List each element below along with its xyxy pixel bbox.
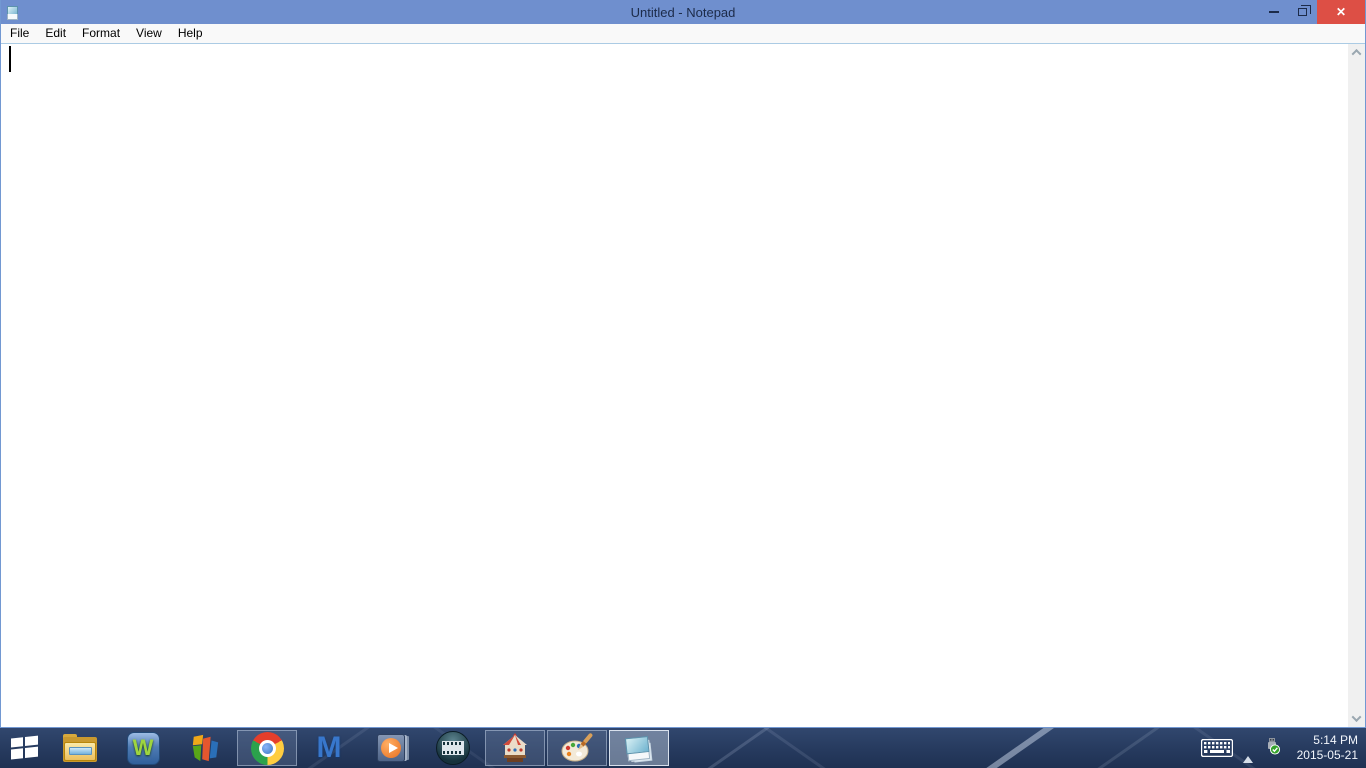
- close-icon: ✕: [1335, 5, 1347, 19]
- show-hidden-icons-button[interactable]: [1242, 739, 1253, 763]
- paint-icon: [561, 733, 593, 762]
- text-editor-area[interactable]: [1, 44, 1348, 727]
- wallpaper-streak: [747, 728, 856, 768]
- chevron-up-icon: [1242, 739, 1253, 763]
- malwarebytes-icon: M: [316, 731, 342, 764]
- minimize-button[interactable]: [1259, 0, 1288, 24]
- system-tray: 5:14 PM 2015-05-21: [1200, 728, 1366, 768]
- usb-safely-remove-icon: [1267, 737, 1280, 755]
- usb-safely-remove-button[interactable]: [1263, 737, 1281, 760]
- window-content: [1, 43, 1365, 727]
- taskbar-item-malwarebytes[interactable]: M: [298, 728, 360, 768]
- wallpaper-streak: [1067, 728, 1176, 768]
- notepad-icon-pages: [7, 14, 18, 20]
- titlebar[interactable]: Untitled - Notepad ✕: [1, 0, 1365, 24]
- menu-edit[interactable]: Edit: [37, 24, 74, 43]
- taskbar-item-file-explorer[interactable]: [50, 728, 112, 768]
- touch-keyboard-icon: [1200, 739, 1233, 757]
- scroll-up-button[interactable]: [1348, 44, 1365, 61]
- start-button[interactable]: [0, 728, 50, 768]
- taskbar-item-film-player[interactable]: [422, 728, 484, 768]
- chevron-down-icon: [1351, 712, 1362, 723]
- media-player-icon: [377, 734, 405, 762]
- restore-icon: [1298, 5, 1311, 16]
- tray-time: 5:14 PM: [1313, 733, 1358, 747]
- wallpaper-streak: [677, 728, 786, 768]
- w-app-icon: W: [126, 731, 160, 765]
- tray-clock[interactable]: 5:14 PM 2015-05-21: [1291, 733, 1358, 763]
- menu-file[interactable]: File: [2, 24, 37, 43]
- taskbar-item-media-player[interactable]: [360, 728, 422, 768]
- menu-format[interactable]: Format: [74, 24, 128, 43]
- menu-help[interactable]: Help: [170, 24, 211, 43]
- notepad-window: Untitled - Notepad ✕ File Edit Format Vi…: [0, 0, 1366, 728]
- film-player-icon: [436, 731, 470, 765]
- taskbar: W M 5:14 PM 2015-05-21: [0, 728, 1366, 768]
- taskbar-item-notepad[interactable]: [609, 730, 669, 766]
- close-button[interactable]: ✕: [1317, 0, 1365, 24]
- avg-antivirus-icon: [192, 734, 219, 762]
- chevron-up-icon: [1351, 48, 1362, 59]
- carousel-app-icon: [503, 733, 527, 762]
- wallpaper-streak: [958, 728, 1068, 768]
- taskbar-buttons: W M: [0, 728, 670, 768]
- scroll-down-button[interactable]: [1348, 710, 1365, 727]
- touch-keyboard-button[interactable]: [1200, 739, 1233, 757]
- taskbar-item-google-chrome[interactable]: [237, 730, 297, 766]
- menu-view[interactable]: View: [128, 24, 170, 43]
- notepad-taskbar-icon: [623, 732, 656, 765]
- file-explorer-icon: [63, 733, 99, 763]
- taskbar-item-w-app[interactable]: W: [112, 728, 174, 768]
- taskbar-item-paint[interactable]: [547, 730, 607, 766]
- tray-date: 2015-05-21: [1296, 748, 1358, 762]
- restore-button[interactable]: [1288, 0, 1317, 24]
- minimize-icon: [1268, 11, 1279, 13]
- taskbar-item-avg-antivirus[interactable]: [174, 728, 236, 768]
- text-caret: [9, 46, 11, 72]
- windows-logo-icon: [11, 735, 39, 761]
- taskbar-item-carousel-app[interactable]: [485, 730, 545, 766]
- notepad-icon: [5, 4, 21, 22]
- window-title: Untitled - Notepad: [630, 4, 736, 20]
- window-controls: ✕: [1259, 0, 1365, 24]
- menu-bar: File Edit Format View Help: [1, 24, 1365, 43]
- chrome-icon: [250, 731, 284, 765]
- vertical-scrollbar[interactable]: [1348, 44, 1365, 727]
- desktop-screen: Untitled - Notepad ✕ File Edit Format Vi…: [0, 0, 1366, 768]
